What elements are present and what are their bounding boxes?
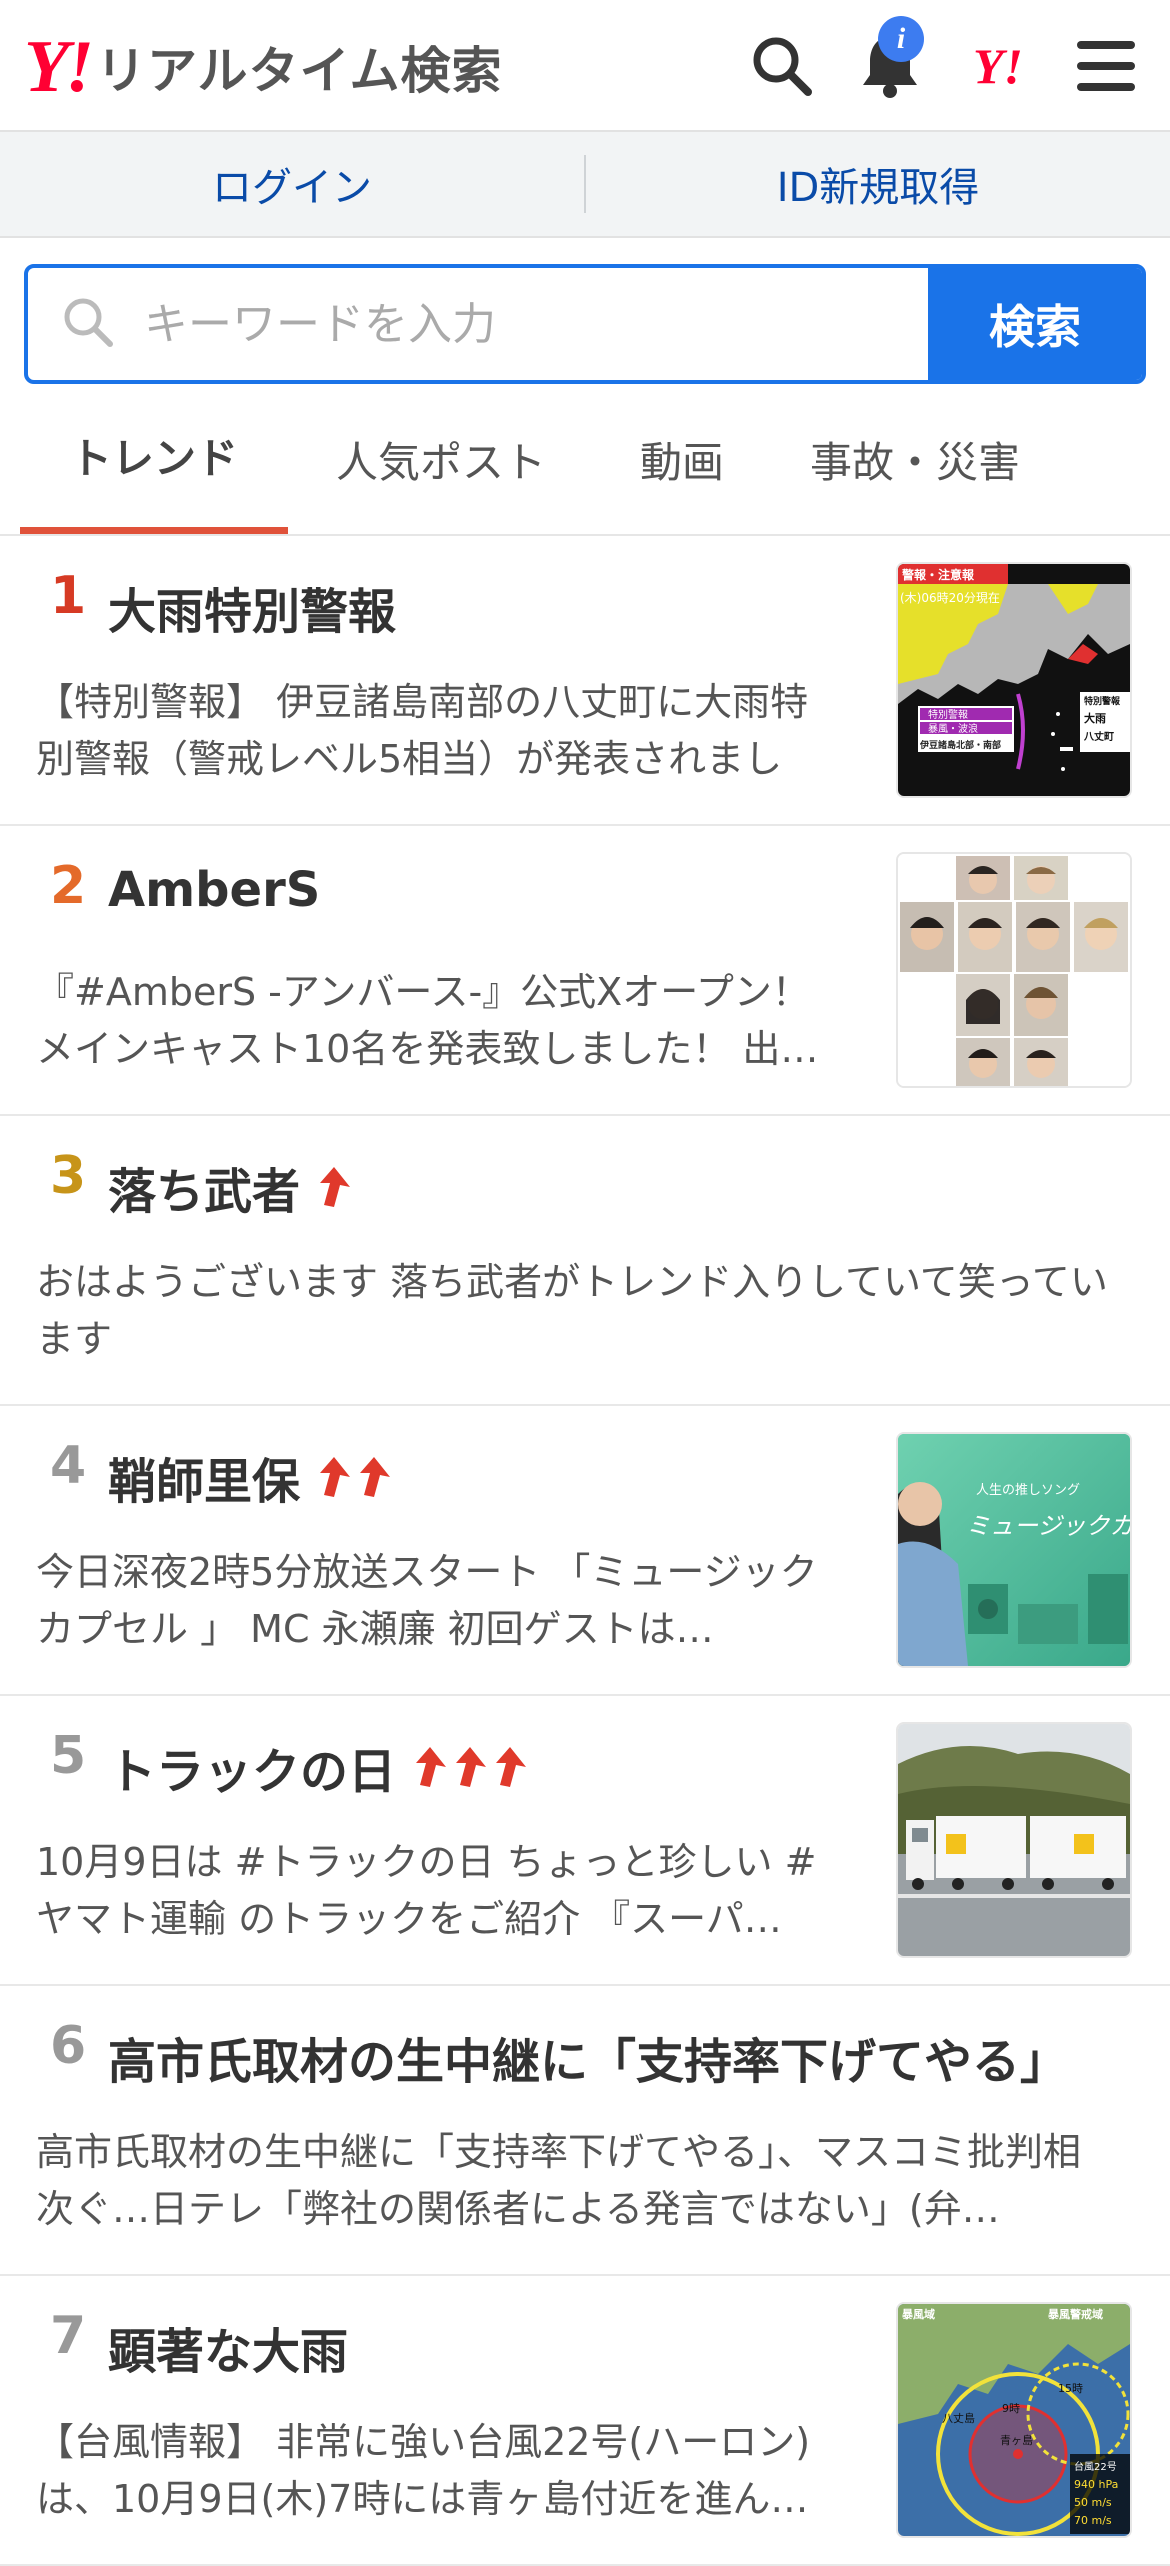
login-bar: ログイン ID新規取得 [0, 132, 1170, 238]
notification-badge: i [878, 16, 924, 62]
yahoo-realtime-logo[interactable]: Y! リアルタイム検索 [24, 30, 503, 104]
search-input[interactable] [142, 297, 866, 351]
svg-text:940 hPa: 940 hPa [1074, 2478, 1118, 2491]
up-arrow-icon [320, 1457, 351, 1497]
trend-title: トラックの日 [108, 1732, 528, 1802]
svg-text:八丈島: 八丈島 [942, 2411, 975, 2425]
yahoo-mini-logo: Y! [973, 38, 1023, 94]
trend-title: 鞘師里保 [108, 1442, 392, 1512]
register-id-link[interactable]: ID新規取得 [586, 155, 1170, 213]
yahoo-logo-mark: Y! [24, 26, 94, 108]
svg-text:暴風・波浪: 暴風・波浪 [928, 722, 978, 735]
trend-up-arrows [314, 1455, 392, 1499]
trend-up-arrows [410, 1745, 528, 1789]
tab-video[interactable]: 動画 [594, 384, 770, 534]
trend-description: おはようございます 落ち武者がトレンド入りしていて笑っています [36, 1260, 1108, 1361]
up-arrow-icon [456, 1747, 487, 1787]
svg-text:警報・注意報: 警報・注意報 [901, 567, 975, 582]
trend-rank: 4 [50, 1436, 87, 1496]
trend-item[interactable]: 1 大雨特別警報 【特別警報】 伊豆諸島南部の八丈町に大雨特別警報（警戒レベル5… [0, 536, 1170, 826]
trend-item[interactable]: 5 トラックの日 10月9日は #トラックの日 ちょっと珍しい #ヤマト運輸 の… [0, 1696, 1170, 1986]
yahoo-top-link[interactable]: Y! [962, 30, 1034, 102]
tab-trend[interactable]: トレンド [20, 384, 288, 534]
trend-list: 1 大雨特別警報 【特別警報】 伊豆諸島南部の八丈町に大雨特別警報（警戒レベル5… [0, 536, 1170, 2566]
svg-text:ミュージックカプセ: ミュージックカプセ [966, 1512, 1130, 1540]
svg-text:暴風警戒域: 暴風警戒域 [1047, 2307, 1103, 2321]
svg-text:特別警報: 特別警報 [1084, 695, 1121, 707]
trend-rank: 5 [50, 1726, 87, 1786]
trend-up-arrows [314, 1165, 352, 1209]
trend-description: 10月9日は #トラックの日 ちょっと珍しい #ヤマト運輸 のトラックをご紹介 … [36, 1840, 817, 1941]
hamburger-menu-icon[interactable] [1070, 30, 1142, 102]
svg-text:青ヶ島: 青ヶ島 [1000, 2433, 1033, 2447]
svg-text:八丈町: 八丈町 [1083, 730, 1114, 743]
login-link[interactable]: ログイン [0, 155, 584, 213]
svg-text:人生の推しソング: 人生の推しソング [976, 1483, 1080, 1498]
svg-text:暴風域: 暴風域 [901, 2307, 935, 2321]
trend-rank: 7 [50, 2306, 87, 2366]
trend-item[interactable]: 7 顕著な大雨 【台風情報】 非常に強い台風22号(ハーロン)は、10月9日(木… [0, 2276, 1170, 2566]
svg-text:伊豆諸島北部・南部: 伊豆諸島北部・南部 [919, 739, 1001, 751]
trend-description: 今日深夜2時5分放送スタート 「ミュージックカプセル 」 MC 永瀬廉 初回ゲス… [36, 1550, 818, 1651]
logo-title: リアルタイム検索 [96, 42, 503, 100]
trend-item[interactable]: 3 落ち武者 おはようございます 落ち武者がトレンド入りしていて笑っています [0, 1116, 1170, 1406]
tab-accident-disaster[interactable]: 事故・災害 [770, 384, 1060, 534]
trend-rank: 1 [50, 566, 87, 626]
up-arrow-icon [360, 1457, 391, 1497]
svg-text:50 m/s: 50 m/s [1074, 2496, 1112, 2509]
trend-title: 大雨特別警報 [108, 584, 397, 640]
trend-rank: 6 [50, 2016, 87, 2076]
trend-title: 落ち武者 [108, 1152, 352, 1222]
svg-text:70 m/s: 70 m/s [1074, 2514, 1112, 2527]
trend-item[interactable]: 6 高市氏取材の生中継に「支持率下げてやる」 高市氏取材の生中継に「支持率下げて… [0, 1986, 1170, 2276]
trend-thumbnail: 警報・注意報 (木)06時20分現在 特別警報 暴風・波浪 伊豆諸島北部・南部 … [896, 562, 1132, 798]
trend-title: AmberS [108, 862, 321, 918]
trend-item[interactable]: 4 鞘師里保 今日深夜2時5分放送スタート 「ミュージックカプセル 」 MC 永… [0, 1406, 1170, 1696]
trend-thumbnail [896, 1722, 1132, 1958]
svg-text:15時: 15時 [1058, 2382, 1083, 2395]
svg-text:(木)06時20分現在: (木)06時20分現在 [900, 591, 1000, 605]
notification-bell-icon[interactable]: i [854, 16, 926, 102]
trend-thumbnail: 人生の推しソング ミュージックカプセ [896, 1432, 1132, 1668]
search-button[interactable]: 検索 [928, 268, 1142, 380]
search-box: 検索 [24, 264, 1146, 384]
svg-text:台風22号: 台風22号 [1074, 2460, 1117, 2473]
up-arrow-icon [496, 1747, 527, 1787]
trend-title: 顕著な大雨 [108, 2324, 349, 2380]
trend-description: 『#AmberS -アンバース-』公式Xオープン！ メインキャスト10名を発表致… [36, 970, 819, 1071]
search-icon[interactable] [746, 30, 818, 102]
up-arrow-icon [320, 1167, 351, 1207]
trend-rank: 2 [50, 856, 87, 916]
svg-text:大雨: 大雨 [1084, 711, 1106, 725]
trend-item[interactable]: 2 AmberS 『#AmberS -アンバース-』公式Xオープン！ メインキャ… [0, 826, 1170, 1116]
trend-title: 高市氏取材の生中継に「支持率下げてやる」 [108, 2034, 1069, 2090]
trend-rank: 3 [50, 1146, 87, 1206]
trend-description: 【台風情報】 非常に強い台風22号(ハーロン)は、10月9日(木)7時には青ヶ島… [36, 2420, 811, 2521]
app-header: Y! リアルタイム検索 i Y! [0, 0, 1170, 132]
trend-thumbnail: 暴風域 暴風警戒域 八丈島 青ヶ島 9時 15時 台風22号 940 hPa 5… [896, 2302, 1132, 2538]
trend-description: 高市氏取材の生中継に「支持率下げてやる」、マスコミ批判相次ぐ…日テレ「弊社の関係… [36, 2130, 1082, 2231]
trend-description: 【特別警報】 伊豆諸島南部の八丈町に大雨特別警報（警戒レベル5相当）が発表されま… [36, 680, 809, 781]
search-field-icon [62, 296, 114, 352]
up-arrow-icon [416, 1747, 447, 1787]
trend-thumbnail [896, 852, 1132, 1088]
svg-text:特別警報: 特別警報 [928, 708, 968, 721]
tab-popular-posts[interactable]: 人気ポスト [288, 384, 594, 534]
category-tabs: トレンド 人気ポスト 動画 事故・災害 [0, 384, 1170, 536]
svg-text:9時: 9時 [1002, 2402, 1020, 2415]
